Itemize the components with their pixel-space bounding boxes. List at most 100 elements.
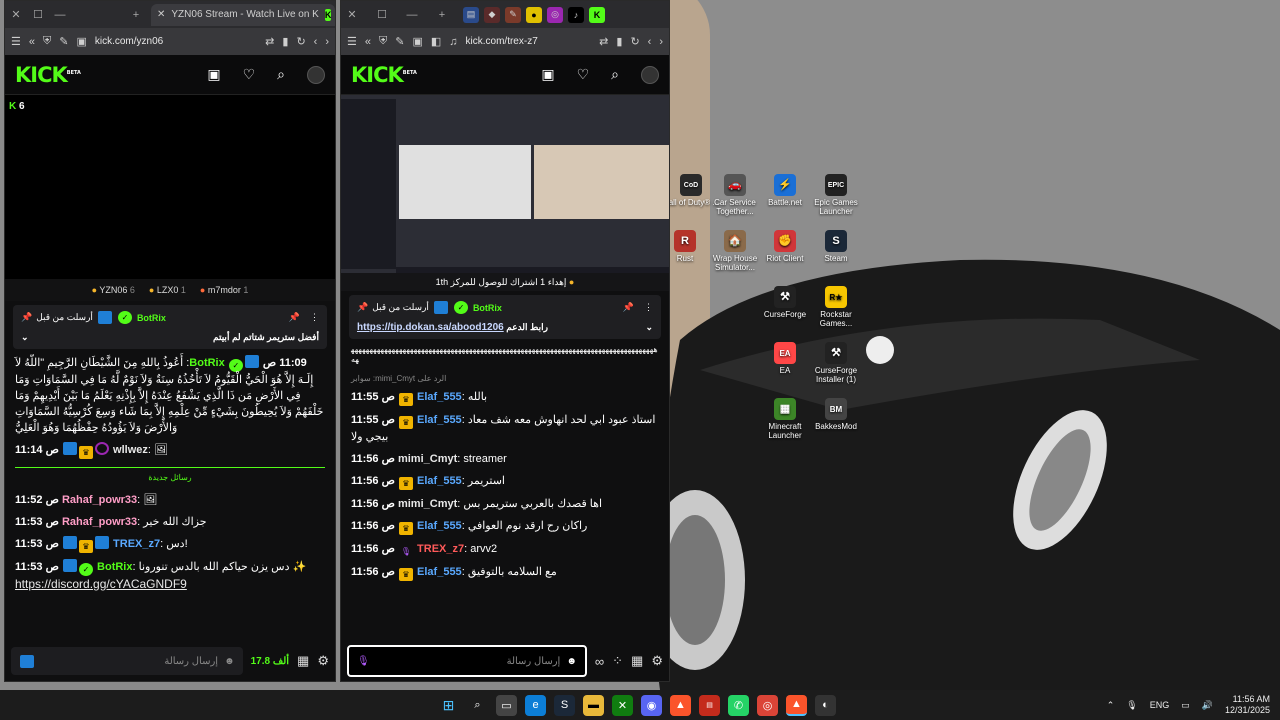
- menu-icon[interactable]: ☰: [11, 35, 21, 48]
- task-view-icon[interactable]: ▭: [496, 694, 517, 716]
- kicks-balance[interactable]: 17.8 ألف: [251, 656, 289, 667]
- message-user[interactable]: TREX_z7: [417, 543, 464, 555]
- maximize-icon[interactable]: ☐: [371, 8, 393, 21]
- pinned-link[interactable]: https://tip.dokan.sa/abood1206: [357, 322, 504, 333]
- browse-icon[interactable]: ▣: [541, 66, 554, 83]
- message-user[interactable]: Elaf_555: [417, 391, 462, 403]
- back-icon[interactable]: ‹: [648, 36, 652, 48]
- settings-gear-icon[interactable]: ⚙: [651, 653, 663, 669]
- kick-logo[interactable]: KICKBETA: [15, 63, 81, 87]
- kick-favicon-icon[interactable]: K: [589, 6, 605, 23]
- more-options-icon[interactable]: ⋮: [644, 302, 653, 313]
- clock[interactable]: 11:56 AM 12/31/2025: [1225, 694, 1270, 716]
- emoji-icon[interactable]: ☻: [224, 656, 235, 667]
- pinned-tab-icon[interactable]: ●: [526, 6, 542, 23]
- pinned-tab-icon[interactable]: ▤: [463, 6, 479, 23]
- kick-logo[interactable]: KICKBETA: [351, 63, 417, 87]
- avatar[interactable]: [641, 65, 659, 84]
- site-settings-icon[interactable]: ⇄: [599, 35, 608, 48]
- pinned-user[interactable]: BotRix: [137, 313, 166, 323]
- message-user[interactable]: Elaf_555: [417, 520, 462, 532]
- whatsapp-icon[interactable]: ✆: [728, 694, 749, 716]
- tabs-icon[interactable]: ▣: [76, 35, 86, 48]
- brave-active-icon[interactable]: ▲: [786, 694, 807, 716]
- close-window-icon[interactable]: ✕: [5, 8, 27, 21]
- search-icon[interactable]: ⌕: [467, 695, 488, 716]
- start-windows-icon[interactable]: ⊞: [438, 695, 459, 716]
- site-settings-icon[interactable]: ⇄: [265, 35, 274, 48]
- message-user[interactable]: mimi_Cmyt: [398, 498, 457, 510]
- language-indicator[interactable]: ENG: [1150, 700, 1170, 710]
- chat-input[interactable]: 🎙 إرسال رسالة ☻: [347, 645, 587, 677]
- new-tab-icon[interactable]: +: [125, 9, 147, 21]
- message-user[interactable]: wllwez: [113, 444, 148, 456]
- brave-icon[interactable]: ▲: [670, 694, 691, 716]
- message-user[interactable]: Elaf_555: [417, 475, 462, 487]
- message-user[interactable]: Elaf_555: [417, 566, 462, 578]
- message-user[interactable]: TREX_z7: [113, 538, 160, 550]
- message-user[interactable]: Elaf_555: [417, 414, 462, 426]
- browse-icon[interactable]: ▣: [207, 66, 220, 83]
- desktop-icon[interactable]: EPIC Epic Games Launcher: [805, 174, 867, 216]
- video-player[interactable]: K 6: [5, 95, 335, 279]
- gifter-item[interactable]: ● m7mdor 1: [200, 285, 249, 295]
- message-user[interactable]: BotRix: [189, 357, 224, 369]
- steam-icon[interactable]: S: [554, 694, 575, 716]
- gifter-item[interactable]: ● LZX0 1: [149, 285, 186, 295]
- desktop-icon[interactable]: R★ Rockstar Games...: [805, 286, 867, 328]
- forward-icon[interactable]: ›: [325, 36, 329, 48]
- chat-input[interactable]: إرسال رسالة ☻: [11, 647, 243, 675]
- desktop-icon[interactable]: ⚒ CurseForge Installer (1): [805, 342, 867, 384]
- tabs-icon[interactable]: ▣: [412, 35, 422, 48]
- forward-icon[interactable]: ›: [659, 36, 663, 48]
- tab-active[interactable]: ✕ YZN06 Stream - Watch Live on K K: [151, 3, 335, 26]
- store-icon[interactable]: ▦: [631, 653, 643, 669]
- pinned-tab-icon[interactable]: ✎: [505, 6, 521, 23]
- microphone-icon[interactable]: 🎙: [1126, 700, 1137, 711]
- url-field[interactable]: kick.com/yzn06: [95, 36, 257, 47]
- desktop-icon[interactable]: BM BakkesMod: [805, 398, 867, 431]
- avatar[interactable]: [307, 65, 325, 84]
- file-explorer-icon[interactable]: ▬: [583, 694, 604, 716]
- settings-gear-icon[interactable]: ⚙: [317, 653, 329, 669]
- reload-icon[interactable]: ↻: [296, 35, 305, 48]
- pinned-tab-icon[interactable]: ◆: [484, 6, 500, 23]
- search-icon[interactable]: ⌕: [277, 66, 285, 83]
- follow-heart-icon[interactable]: ♡: [243, 66, 256, 83]
- minimize-icon[interactable]: —: [49, 9, 71, 21]
- discord-link[interactable]: https://discord.gg/cYACaGNDF9: [15, 577, 187, 591]
- pin-toggle-icon[interactable]: 📌: [289, 312, 300, 323]
- app-icon[interactable]: ▤: [699, 694, 720, 716]
- message-user[interactable]: BotRix: [97, 561, 132, 573]
- search-icon[interactable]: ⌕: [611, 66, 619, 83]
- message-user[interactable]: Rahaf_powr33: [62, 494, 137, 506]
- pin-toggle-icon[interactable]: 📌: [623, 302, 634, 313]
- edge-icon[interactable]: e: [525, 694, 546, 716]
- extensions-icon[interactable]: ✎: [59, 35, 68, 48]
- chevron-down-icon[interactable]: ⌄: [645, 322, 653, 333]
- bookmark-icon[interactable]: ▮: [282, 35, 288, 48]
- chevron-up-icon[interactable]: ⌃: [1107, 700, 1115, 711]
- sub-gift-banner[interactable]: ● إهداء 1 اشتراك للوصول للمركز 1th: [341, 273, 669, 291]
- more-options-icon[interactable]: ⋮: [310, 312, 319, 323]
- music-icon[interactable]: ♫: [449, 36, 457, 48]
- pinned-user[interactable]: BotRix: [473, 303, 502, 313]
- close-tab-icon[interactable]: ✕: [157, 9, 165, 20]
- back-icon[interactable]: ‹: [314, 36, 318, 48]
- new-tab-icon[interactable]: +: [431, 9, 453, 21]
- minimize-icon[interactable]: —: [401, 9, 423, 21]
- sidebar-toggle-icon[interactable]: «: [365, 36, 371, 48]
- bookmark-icon[interactable]: ▮: [616, 35, 622, 48]
- url-field[interactable]: kick.com/trex-z7: [466, 36, 592, 47]
- store-icon[interactable]: ▦: [297, 653, 309, 669]
- message-user[interactable]: mimi_Cmyt: [398, 453, 457, 465]
- kicks-icon[interactable]: ⁘: [612, 653, 623, 669]
- split-view-icon[interactable]: ◧: [431, 35, 441, 48]
- desktop-icon[interactable]: S Steam: [805, 230, 867, 263]
- shield-icon[interactable]: ⛨: [43, 35, 51, 48]
- reload-icon[interactable]: ↻: [630, 35, 639, 48]
- volume-icon[interactable]: 🔊: [1202, 700, 1213, 711]
- discord-icon[interactable]: ◉: [641, 694, 662, 716]
- shield-icon[interactable]: ⛨: [379, 35, 387, 48]
- menu-icon[interactable]: ☰: [347, 35, 357, 48]
